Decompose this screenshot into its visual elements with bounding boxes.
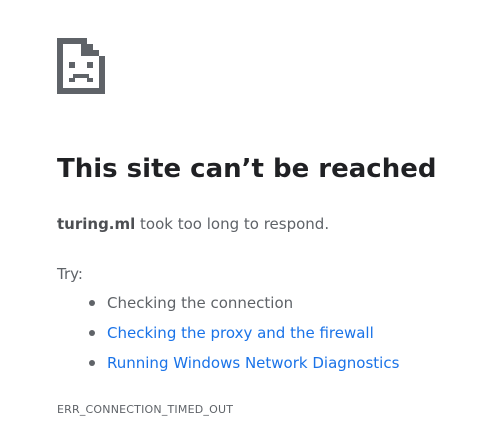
suggestion-check-connection: Checking the connection bbox=[57, 292, 399, 322]
check-proxy-firewall-link[interactable]: Checking the proxy and the firewall bbox=[107, 324, 374, 342]
suggestion-network-diagnostics[interactable]: Running Windows Network Diagnostics bbox=[57, 352, 399, 382]
bullet-icon bbox=[89, 330, 95, 336]
try-label: Try: bbox=[57, 265, 83, 283]
site-host: turing.ml bbox=[57, 215, 136, 233]
suggestions-list: Checking the connection Checking the pro… bbox=[57, 292, 399, 382]
error-code: ERR_CONNECTION_TIMED_OUT bbox=[57, 403, 234, 416]
page-title: This site can’t be reached bbox=[57, 154, 437, 184]
bullet-icon bbox=[89, 300, 95, 306]
error-message: took too long to respond. bbox=[135, 215, 330, 233]
suggestion-check-proxy-firewall[interactable]: Checking the proxy and the firewall bbox=[57, 322, 399, 352]
bullet-icon bbox=[89, 360, 95, 366]
sad-page-icon bbox=[57, 38, 105, 94]
suggestion-label: Checking the connection bbox=[107, 294, 294, 312]
network-diagnostics-link[interactable]: Running Windows Network Diagnostics bbox=[107, 354, 399, 372]
error-summary: turing.ml took too long to respond. bbox=[57, 213, 329, 235]
